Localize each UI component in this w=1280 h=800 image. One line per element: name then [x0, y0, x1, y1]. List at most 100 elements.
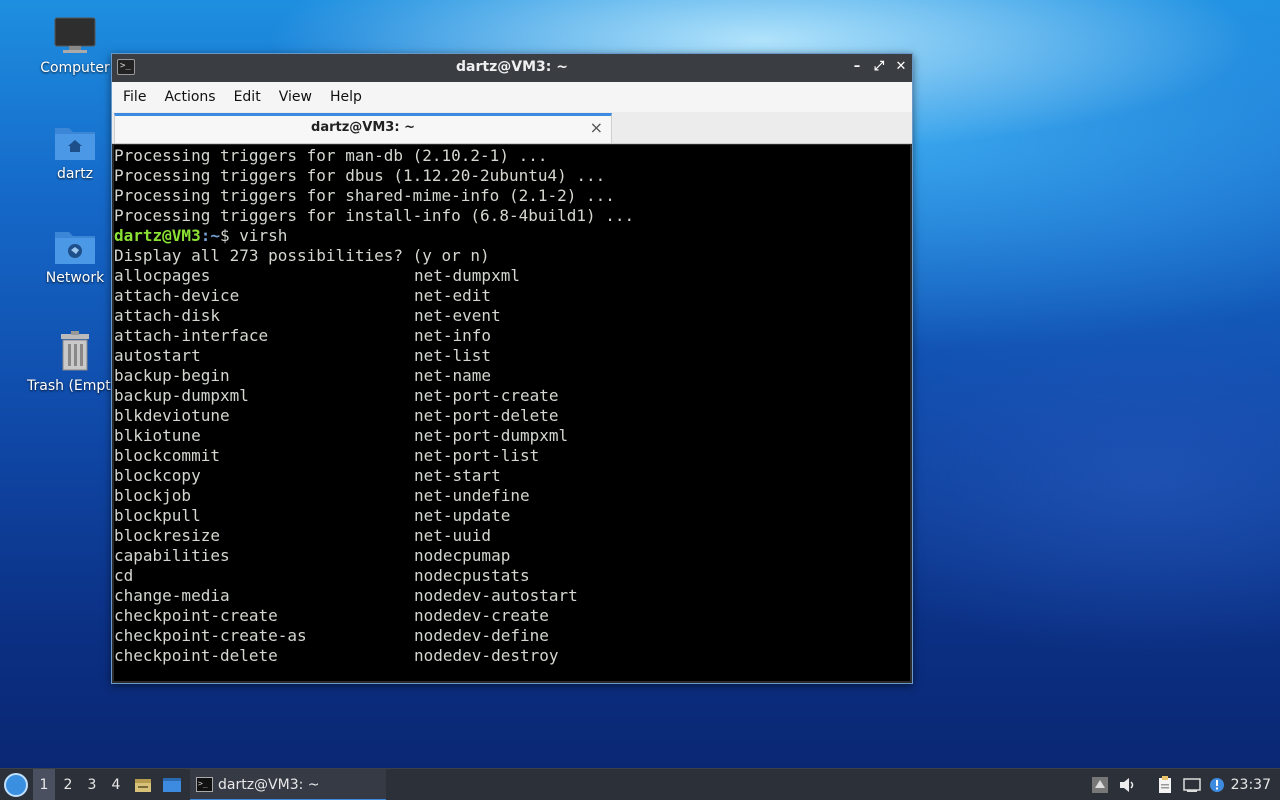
completion-row: attach-disk net-event — [114, 306, 910, 326]
terminal-line: Processing triggers for man-db (2.10.2-1… — [114, 146, 548, 165]
completion-item: net-event — [414, 306, 501, 325]
completion-item: nodedev-autostart — [414, 586, 578, 605]
completion-row: checkpoint-delete nodedev-destroy — [114, 646, 910, 666]
terminal-icon: >_ — [196, 777, 213, 792]
network-icon[interactable] — [1183, 776, 1201, 794]
completion-row: attach-device net-edit — [114, 286, 910, 306]
start-menu-icon[interactable] — [4, 773, 28, 797]
completion-item: blockjob — [114, 486, 192, 505]
completion-item: net-undefine — [414, 486, 530, 505]
desktop-icon-home[interactable]: dartz — [27, 122, 123, 182]
completion-item: backup-begin — [114, 366, 230, 385]
completion-row: capabilities nodecpumap — [114, 546, 910, 566]
desktop-icon-network[interactable]: Network — [27, 226, 123, 286]
menu-file[interactable]: File — [117, 89, 158, 105]
completion-item: nodecpumap — [414, 546, 511, 565]
completion-item: net-list — [414, 346, 492, 365]
desktop-icon-trash[interactable]: Trash (Empty) — [27, 330, 125, 394]
terminal-output[interactable]: Processing triggers for man-db (2.10.2-1… — [114, 145, 910, 681]
trash-icon — [61, 331, 89, 371]
workspace-2[interactable]: 2 — [57, 769, 79, 800]
terminal-line: Processing triggers for install-info (6.… — [114, 206, 635, 225]
completion-item: allocpages — [114, 266, 211, 285]
terminal-line: Processing triggers for dbus (1.12.20-2u… — [114, 166, 606, 185]
completion-item: blockcopy — [114, 466, 201, 485]
window-titlebar[interactable]: >_ dartz@VM3: ~ – ⤢ ✕ — [112, 54, 912, 82]
volume-icon[interactable] — [1118, 776, 1136, 794]
network-folder-icon — [55, 232, 95, 264]
desktop-icon-computer[interactable]: Computer — [27, 16, 123, 76]
workspace-3[interactable]: 3 — [81, 769, 103, 800]
window-title: dartz@VM3: ~ — [456, 59, 568, 75]
file-manager-icon[interactable] — [134, 776, 152, 794]
completion-row: blockcommit net-port-list — [114, 446, 910, 466]
workspace-4[interactable]: 4 — [105, 769, 127, 800]
taskbar-item-label: dartz@VM3: ~ — [218, 777, 320, 793]
computer-icon — [54, 17, 96, 53]
completion-row: checkpoint-create nodedev-create — [114, 606, 910, 626]
completion-item: capabilities — [114, 546, 230, 565]
completion-row: autostart net-list — [114, 346, 910, 366]
completion-row: blockcopy net-start — [114, 466, 910, 486]
completion-item: net-edit — [414, 286, 492, 305]
terminal-line: Display all 273 possibilities? (y or n) — [114, 246, 490, 265]
completion-item: blockresize — [114, 526, 220, 545]
completion-item: net-dumpxml — [414, 266, 520, 285]
completion-item: cd — [114, 566, 134, 585]
completion-item: blkdeviotune — [114, 406, 230, 425]
menu-view[interactable]: View — [273, 89, 324, 105]
prompt-separator: : — [200, 226, 211, 245]
menu-edit[interactable]: Edit — [228, 89, 273, 105]
completion-item: net-port-delete — [414, 406, 559, 425]
completion-row: backup-begin net-name — [114, 366, 910, 386]
tab-terminal[interactable]: dartz@VM3: ~ × — [114, 113, 612, 143]
completion-item: checkpoint-create-as — [114, 626, 307, 645]
completion-item: blockpull — [114, 506, 201, 525]
completion-item: blockcommit — [114, 446, 220, 465]
home-folder-icon — [55, 128, 95, 160]
terminal-line: Processing triggers for shared-mime-info… — [114, 186, 615, 205]
completion-item: attach-device — [114, 286, 240, 305]
menu-bar: File Actions Edit View Help — [112, 82, 912, 112]
maximize-button[interactable]: ⤢ — [870, 58, 888, 76]
prompt-path: ~ — [210, 226, 220, 245]
clock[interactable]: 23:37 — [1231, 769, 1271, 800]
minimize-button[interactable]: – — [848, 58, 866, 76]
completion-row: checkpoint-create-as nodedev-define — [114, 626, 910, 646]
update-notifier-icon[interactable] — [1208, 776, 1226, 794]
completion-item: change-media — [114, 586, 230, 605]
close-button[interactable]: ✕ — [892, 58, 910, 76]
tab-close-icon[interactable]: × — [590, 118, 603, 137]
tab-bar: dartz@VM3: ~ × — [112, 112, 912, 144]
completion-row: attach-interface net-info — [114, 326, 910, 346]
completion-item: nodecpustats — [414, 566, 530, 585]
terminal-window: >_ dartz@VM3: ~ – ⤢ ✕ File Actions Edit … — [111, 53, 913, 684]
scroll-up-icon[interactable] — [1091, 776, 1109, 794]
completion-row: blockresize net-uuid — [114, 526, 910, 546]
workspace-1[interactable]: 1 — [33, 769, 55, 800]
show-desktop-icon[interactable] — [163, 776, 181, 794]
clipboard-icon[interactable] — [1156, 776, 1174, 794]
completion-row: blkdeviotune net-port-delete — [114, 406, 910, 426]
completion-item: net-port-create — [414, 386, 559, 405]
completion-item: nodedev-define — [414, 626, 549, 645]
desktop-icon-label: dartz — [56, 166, 94, 182]
prompt-command: virsh — [229, 226, 288, 245]
completion-row: blockpull net-update — [114, 506, 910, 526]
tab-title: dartz@VM3: ~ — [311, 120, 415, 135]
desktop-icon-label: Network — [45, 270, 105, 286]
completion-item: net-port-list — [414, 446, 540, 465]
completion-row: blockjob net-undefine — [114, 486, 910, 506]
completion-item: autostart — [114, 346, 201, 365]
taskbar-item-terminal[interactable]: >_ dartz@VM3: ~ — [190, 769, 386, 800]
completion-row: blkiotune net-port-dumpxml — [114, 426, 910, 446]
completion-item: net-info — [414, 326, 492, 345]
menu-help[interactable]: Help — [324, 89, 374, 105]
completion-item: net-update — [414, 506, 511, 525]
completion-item: checkpoint-delete — [114, 646, 278, 665]
completion-item: net-start — [414, 466, 501, 485]
menu-actions[interactable]: Actions — [158, 89, 227, 105]
completion-item: attach-interface — [114, 326, 269, 345]
desktop-icon-label: Computer — [40, 60, 110, 76]
completion-row: cd nodecpustats — [114, 566, 910, 586]
